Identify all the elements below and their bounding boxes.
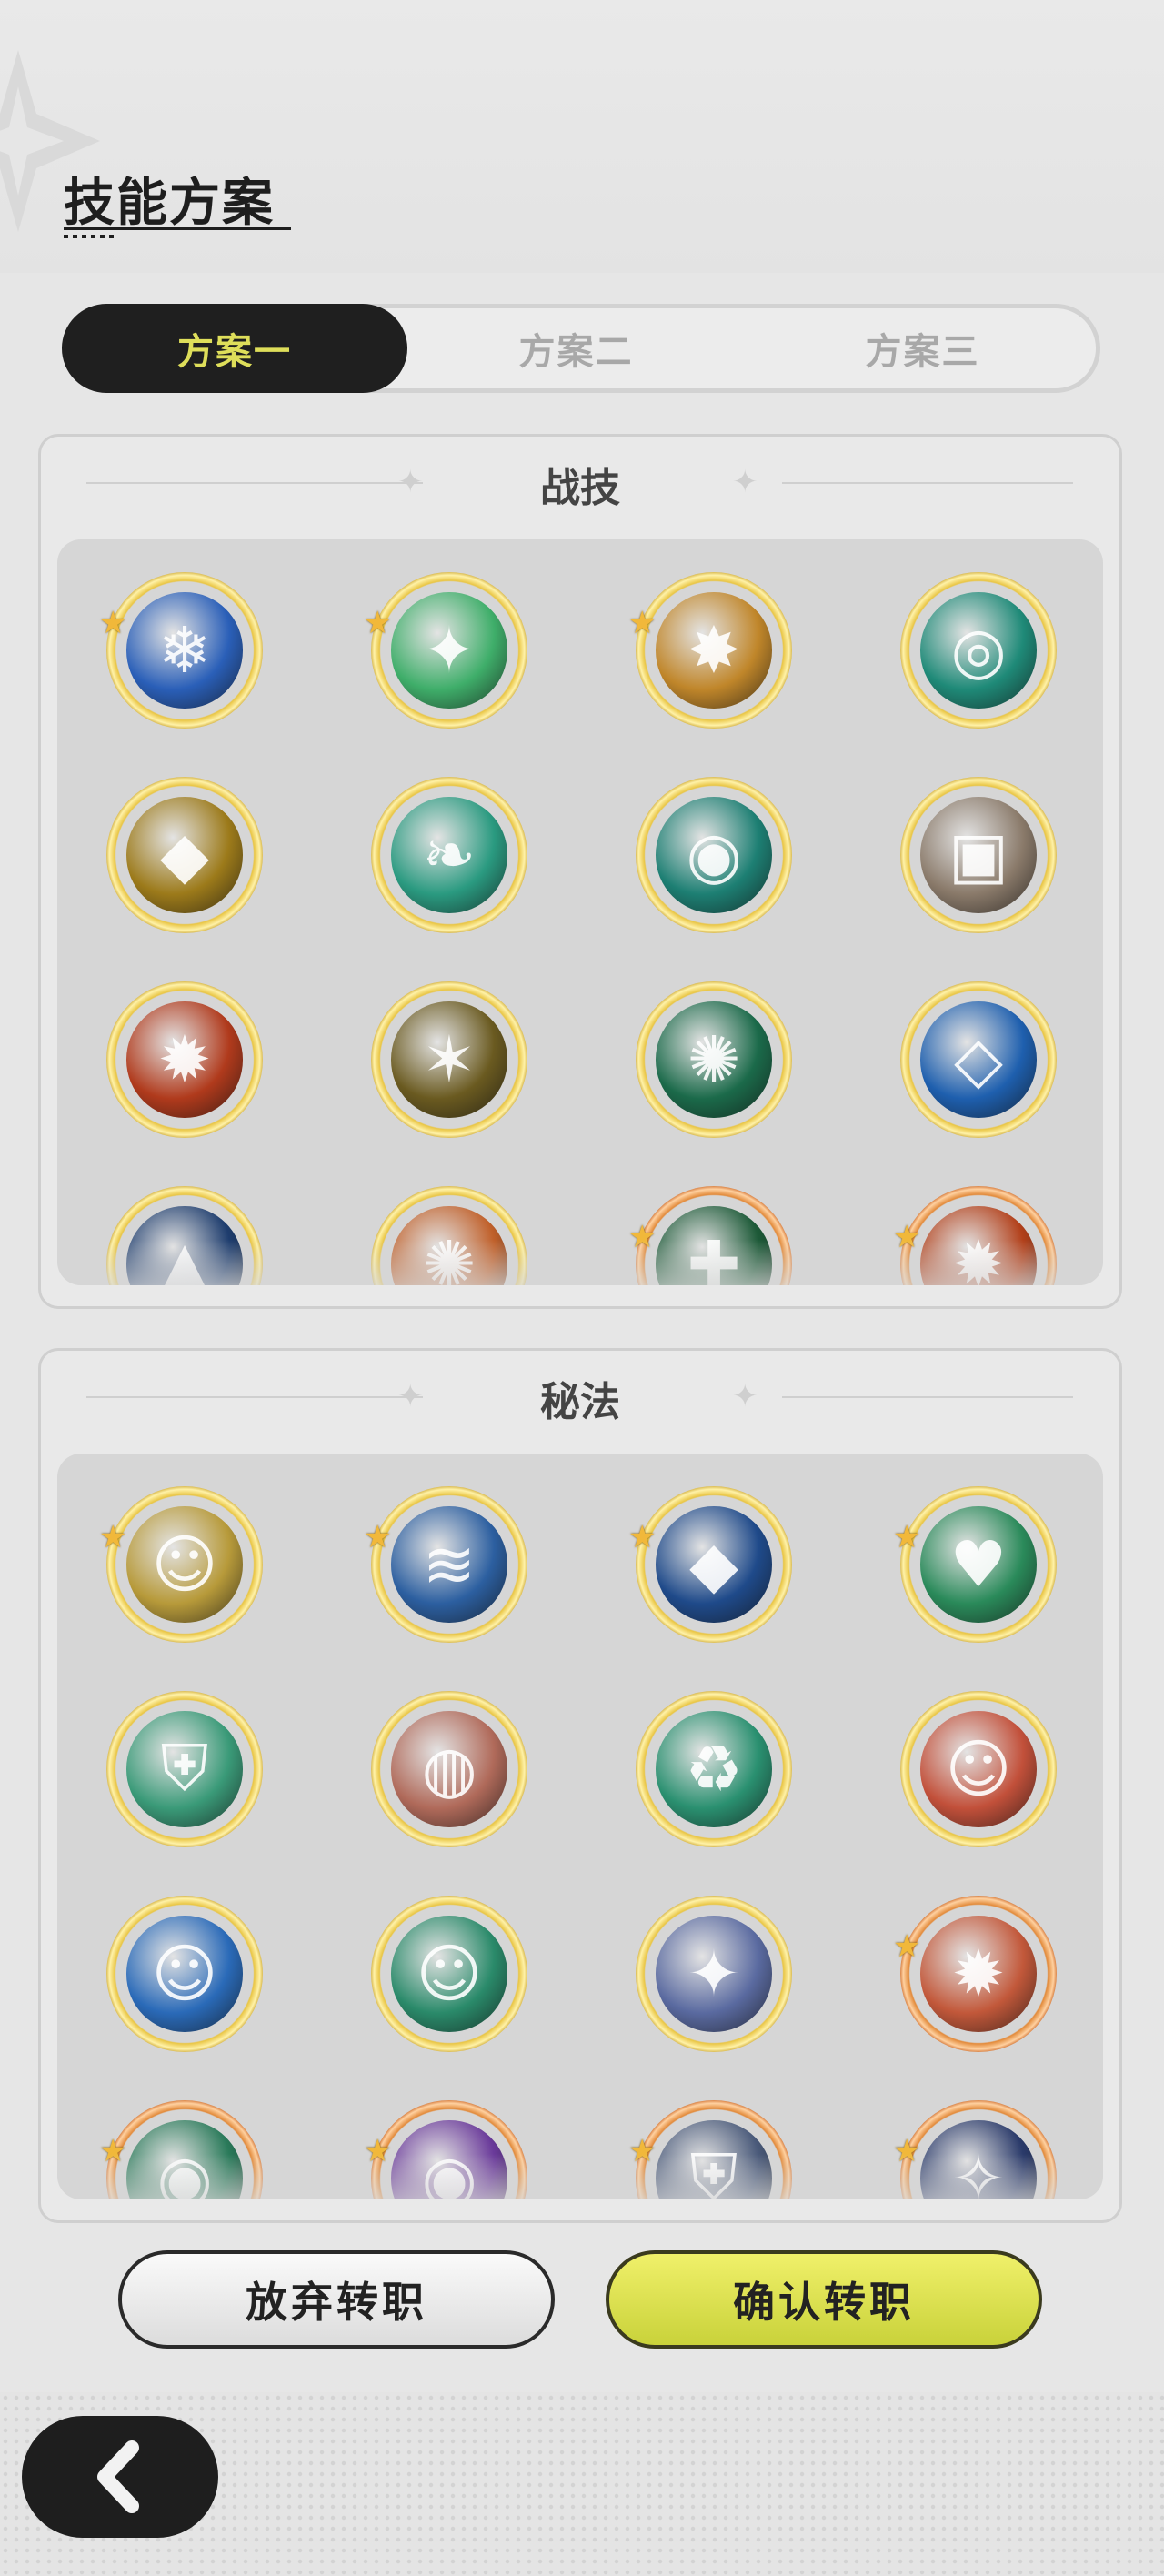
plan-tabs: 方案一 方案二 方案三 (62, 304, 1100, 393)
recycle-icon: ♻ (656, 1711, 772, 1827)
star-badge-icon: ★ (893, 1519, 921, 1555)
skill-slot[interactable]: ✹★ (893, 1896, 1057, 2052)
skill-slot[interactable]: ◉ (636, 777, 792, 933)
skill-slot[interactable]: ❧ (371, 777, 527, 933)
tab-plan-3[interactable]: 方案三 (749, 308, 1096, 388)
star-badge-icon: ★ (364, 605, 392, 641)
skill-slot[interactable]: ☺ ★ (99, 1486, 263, 1643)
skill-slot[interactable]: ♥ ★ (893, 1486, 1057, 1643)
ice-burst-icon: ❄ (126, 592, 243, 709)
light-strike-icon: ✸ (656, 592, 772, 709)
skill-slot[interactable]: ♻ (636, 1691, 792, 1847)
star-crystal-icon: ✦ (656, 1916, 772, 2032)
title-dots (64, 235, 115, 238)
skill-slot[interactable]: ◎ (900, 572, 1057, 729)
skill-slot[interactable]: ✶ (371, 981, 527, 1138)
skill-slot[interactable]: ◆ ★ (628, 1486, 792, 1643)
skill-slot[interactable]: ❄ ★ (99, 572, 263, 729)
flesh-swirl-icon: ◍ (391, 1711, 507, 1827)
star-badge-icon: ★ (99, 1519, 127, 1555)
skill-slot[interactable]: ✸ ★ (628, 572, 792, 729)
skill-slot[interactable]: ✺ (636, 981, 792, 1138)
tab-plan-2[interactable]: 方案二 (403, 308, 749, 388)
skill-slot[interactable]: ☺ (900, 1691, 1057, 1847)
skill-slot[interactable]: ◍ (371, 1691, 527, 1847)
vortex-icon: ◉ (656, 797, 772, 913)
star-badge-icon: ★ (364, 1519, 392, 1555)
nature-figure-icon: ☺ (391, 1916, 507, 2032)
chevron-left-icon (97, 2440, 139, 2513)
combat-skill-grid[interactable]: ❄★✦★✸★◎◆❧◉▣✹✶✺◇▲✺✚★✹★ (57, 539, 1103, 1285)
scroll-fade (57, 1240, 1103, 1285)
star-badge-icon: ★ (628, 1519, 657, 1555)
fire-figure-icon: ☺ (920, 1711, 1037, 1827)
sparkle-icon: ✦ (732, 464, 758, 500)
skill-slot[interactable]: ▣ (900, 777, 1057, 933)
skill-slot[interactable]: ◆ (106, 777, 263, 933)
golden-sigil-icon: ◆ (126, 797, 243, 913)
arcane-skills-panel: ✦ 秘法 ✦ ☺★≋★◆★♥★⛨◍♻☺☺☺✦✹★◉★◉★⛨★✧★ (38, 1348, 1122, 2223)
scroll-fade (57, 2154, 1103, 2199)
skill-slot[interactable]: ✹ (106, 981, 263, 1138)
ice-crystal-icon: ◇ (920, 1001, 1037, 1118)
shield-icon: ⛨ (126, 1711, 243, 1827)
phoenix-icon: ✹ (920, 1916, 1037, 2032)
combat-skills-panel: ✦ 战技 ✦ ❄★✦★✸★◎◆❧◉▣✹✶✺◇▲✺✚★✹★ (38, 434, 1122, 1309)
card-shield-icon: ▣ (920, 797, 1037, 913)
back-button[interactable] (22, 2416, 218, 2538)
confirm-class-change-button[interactable]: 确认转职 (606, 2250, 1042, 2349)
section-title-arcane: 秘法 (540, 1379, 620, 1425)
thorn-ring-icon: ✺ (656, 1001, 772, 1118)
skill-slot[interactable]: ✦ ★ (364, 572, 527, 729)
star-badge-icon: ★ (893, 1928, 921, 1965)
star-badge-icon: ★ (628, 605, 657, 641)
heart-icon: ♥ (920, 1506, 1037, 1623)
panel-header: ✦ 秘法 ✦ (41, 1351, 1119, 1442)
skill-slot[interactable]: ✦ (636, 1896, 792, 2052)
leaf-blades-icon: ❧ (391, 797, 507, 913)
title-underline (64, 227, 291, 230)
skill-slot[interactable]: ☺ (106, 1896, 263, 2052)
sparkle-icon: ✦ (732, 1378, 758, 1414)
water-figure-icon: ☺ (126, 1916, 243, 2032)
fireball-icon: ✹ (126, 1001, 243, 1118)
wind-swirl-icon: ✦ (391, 592, 507, 709)
panel-header: ✦ 战技 ✦ (41, 437, 1119, 528)
green-orbit-icon: ◎ (920, 592, 1037, 709)
crystal-shard-icon: ◆ (656, 1506, 772, 1623)
tab-plan-1[interactable]: 方案一 (62, 304, 407, 393)
skill-slot[interactable]: ☺ (371, 1896, 527, 2052)
lightning-comet-icon: ✶ (391, 1001, 507, 1118)
skill-slot[interactable]: ≋ ★ (364, 1486, 527, 1643)
arcane-skill-grid[interactable]: ☺★≋★◆★♥★⛨◍♻☺☺☺✦✹★◉★◉★⛨★✧★ (57, 1454, 1103, 2199)
skill-slot[interactable]: ⛨ (106, 1691, 263, 1847)
abandon-class-change-button[interactable]: 放弃转职 (118, 2250, 555, 2349)
star-badge-icon: ★ (99, 605, 127, 641)
page-title: 技能方案 (64, 174, 275, 233)
water-wave-icon: ≋ (391, 1506, 507, 1623)
section-title-combat: 战技 (540, 465, 620, 511)
skill-slot[interactable]: ◇ (900, 981, 1057, 1138)
light-figure-icon: ☺ (126, 1506, 243, 1623)
